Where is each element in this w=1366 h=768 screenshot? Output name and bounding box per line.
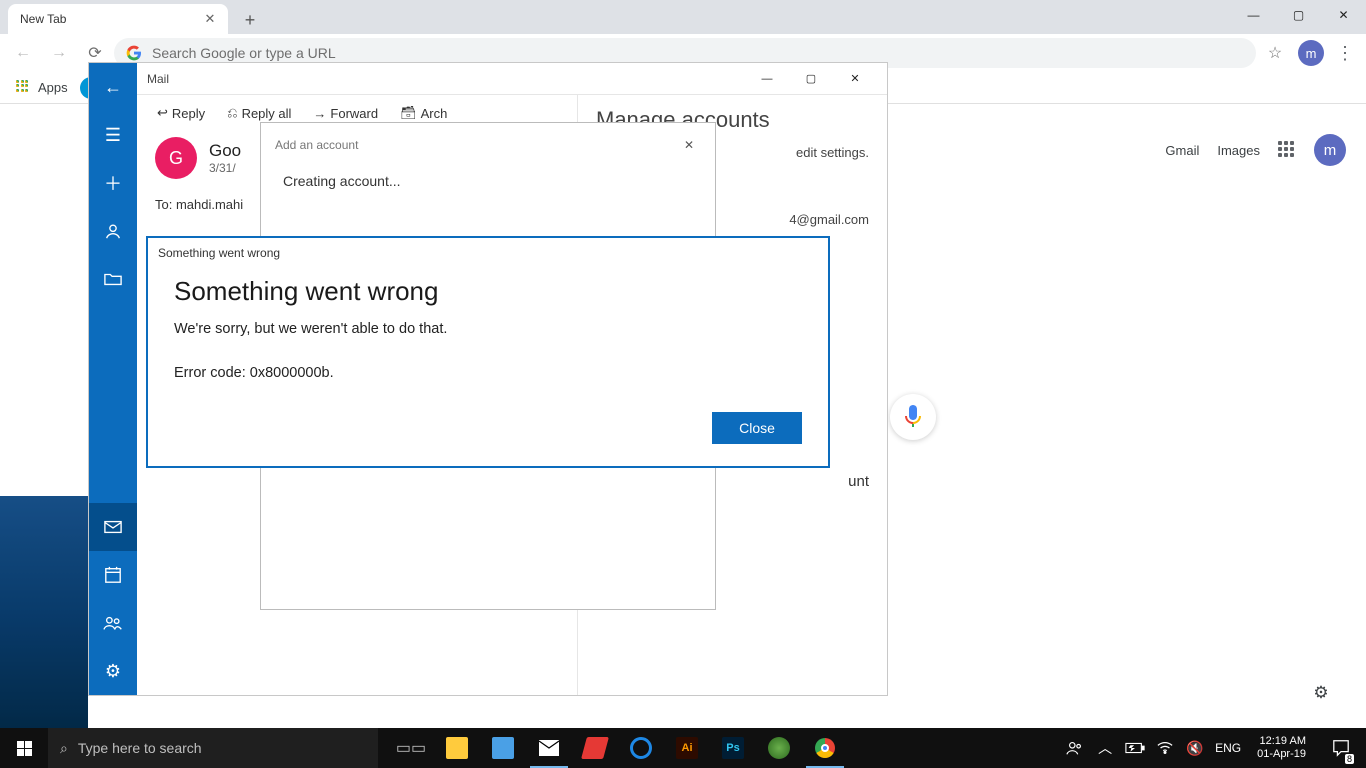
chrome-taskbar-icon[interactable] — [802, 728, 848, 768]
mail-nav-icon[interactable] — [89, 503, 137, 551]
gmail-link[interactable]: Gmail — [1165, 143, 1199, 158]
tab-title: New Tab — [20, 12, 202, 26]
error-dialog: Something went wrong Something went wron… — [146, 236, 830, 468]
taskbar-search[interactable]: ⌕ Type here to search — [48, 728, 378, 768]
hamburger-menu-icon[interactable]: ☰ — [89, 111, 137, 159]
ntp-header-links: Gmail Images m — [1165, 134, 1346, 166]
people-tray-icon[interactable] — [1065, 728, 1085, 768]
maximize-button[interactable]: ▢ — [1276, 0, 1321, 30]
add-account-label: unt — [848, 473, 869, 490]
calendar-nav-icon[interactable] — [89, 551, 137, 599]
minimize-button[interactable]: — — [1231, 0, 1276, 30]
edge-icon[interactable] — [618, 728, 664, 768]
error-code: Error code: 0x8000000b. — [174, 365, 802, 381]
google-apps-icon[interactable] — [1278, 141, 1296, 159]
wifi-icon[interactable] — [1155, 728, 1175, 768]
action-center-icon[interactable]: 8 — [1322, 728, 1360, 768]
new-tab-button[interactable]: + — [236, 6, 264, 34]
microphone-icon — [904, 405, 922, 429]
error-heading: Something went wrong — [174, 276, 802, 307]
add-account-status: Creating account... — [261, 167, 715, 195]
apps-shortcut[interactable]: Apps — [8, 76, 76, 100]
clock-date: 01-Apr-19 — [1257, 748, 1306, 761]
battery-icon[interactable] — [1125, 728, 1145, 768]
sender-name: Goo — [209, 141, 241, 161]
windows-logo-icon — [17, 741, 32, 756]
clock-time: 12:19 AM — [1260, 735, 1306, 748]
mail-window-title: Mail — [147, 72, 745, 86]
sender-date: 3/31/ — [209, 161, 241, 175]
tab-strip: New Tab ✕ + — ▢ ✕ — [0, 0, 1366, 34]
apps-label: Apps — [38, 80, 68, 95]
reader-icon[interactable] — [572, 728, 618, 768]
accounts-icon[interactable] — [89, 207, 137, 255]
close-tab-icon[interactable]: ✕ — [202, 11, 218, 27]
archive-icon: 🗃 — [400, 105, 417, 121]
archive-button[interactable]: 🗃Arch — [392, 103, 455, 123]
back-icon[interactable]: ← — [89, 63, 137, 111]
system-tray: ︿ 🔇 ENG 12:19 AM 01-Apr-19 8 — [1065, 728, 1366, 768]
chrome-menu-button[interactable]: ⋮ — [1330, 38, 1360, 68]
images-link[interactable]: Images — [1217, 143, 1260, 158]
mail-titlebar: Mail — ▢ ✕ — [137, 63, 887, 95]
error-dialog-titlebar: Something went wrong — [148, 238, 828, 268]
illustrator-icon[interactable]: Ai — [664, 728, 710, 768]
profile-avatar[interactable]: m — [1298, 40, 1324, 66]
reply-all-icon: ⎌ — [227, 105, 237, 121]
notification-count: 8 — [1345, 754, 1354, 764]
start-button[interactable] — [0, 728, 48, 768]
add-account-title: Add an account — [275, 138, 358, 152]
apps-grid-icon — [16, 80, 32, 96]
reply-button[interactable]: ↩Reply — [149, 103, 213, 123]
close-icon[interactable]: ✕ — [677, 133, 701, 157]
language-indicator[interactable]: ENG — [1215, 741, 1241, 755]
reply-all-button[interactable]: ⎌Reply all — [219, 103, 299, 123]
windows-taskbar: ⌕ Type here to search ▭▭ Ai Ps ︿ 🔇 ENG — [0, 728, 1366, 768]
close-button[interactable]: Close — [712, 412, 802, 444]
close-window-button[interactable]: ✕ — [1321, 0, 1366, 30]
taskbar-clock[interactable]: 12:19 AM 01-Apr-19 — [1251, 735, 1312, 761]
customize-ntp-icon[interactable]: ⚙ — [1306, 678, 1336, 708]
search-icon: ⌕ — [60, 740, 68, 757]
mail-maximize-button[interactable]: ▢ — [789, 63, 833, 95]
mail-close-button[interactable]: ✕ — [833, 63, 877, 95]
new-mail-icon[interactable]: ＋ — [89, 159, 137, 207]
mail-taskbar-icon[interactable] — [526, 728, 572, 768]
search-placeholder: Type here to search — [78, 740, 202, 756]
back-button[interactable]: ← — [6, 38, 40, 68]
mail-sidebar: ← ☰ ＋ ⚙ — [89, 63, 137, 695]
bookmark-star-icon[interactable]: ☆ — [1258, 38, 1292, 68]
reply-icon: ↩ — [157, 105, 168, 121]
desktop-background-strip — [0, 496, 88, 728]
notepad-icon[interactable] — [480, 728, 526, 768]
file-explorer-icon[interactable] — [434, 728, 480, 768]
browser-tab[interactable]: New Tab ✕ — [8, 4, 228, 34]
voice-search-button[interactable] — [890, 394, 936, 440]
forward-button[interactable]: → — [42, 38, 76, 68]
task-view-icon[interactable]: ▭▭ — [388, 728, 434, 768]
idm-icon[interactable] — [756, 728, 802, 768]
people-nav-icon[interactable] — [89, 599, 137, 647]
settings-nav-icon[interactable]: ⚙ — [89, 647, 137, 695]
forward-button[interactable]: →Forward — [305, 104, 386, 123]
google-g-icon — [126, 45, 142, 61]
tray-chevron-icon[interactable]: ︿ — [1095, 728, 1115, 768]
mail-minimize-button[interactable]: — — [745, 63, 789, 95]
add-account-header: Add an account ✕ — [261, 123, 715, 167]
folders-icon[interactable] — [89, 255, 137, 303]
volume-icon[interactable]: 🔇 — [1185, 728, 1205, 768]
taskbar-app-icons: ▭▭ Ai Ps — [388, 728, 848, 768]
photoshop-icon[interactable]: Ps — [710, 728, 756, 768]
sender-avatar: G — [155, 137, 197, 179]
error-message: We're sorry, but we weren't able to do t… — [174, 321, 802, 337]
ntp-avatar[interactable]: m — [1314, 134, 1346, 166]
omnibox-placeholder: Search Google or type a URL — [152, 45, 336, 61]
window-controls: — ▢ ✕ — [1231, 0, 1366, 30]
forward-icon: → — [313, 106, 326, 121]
